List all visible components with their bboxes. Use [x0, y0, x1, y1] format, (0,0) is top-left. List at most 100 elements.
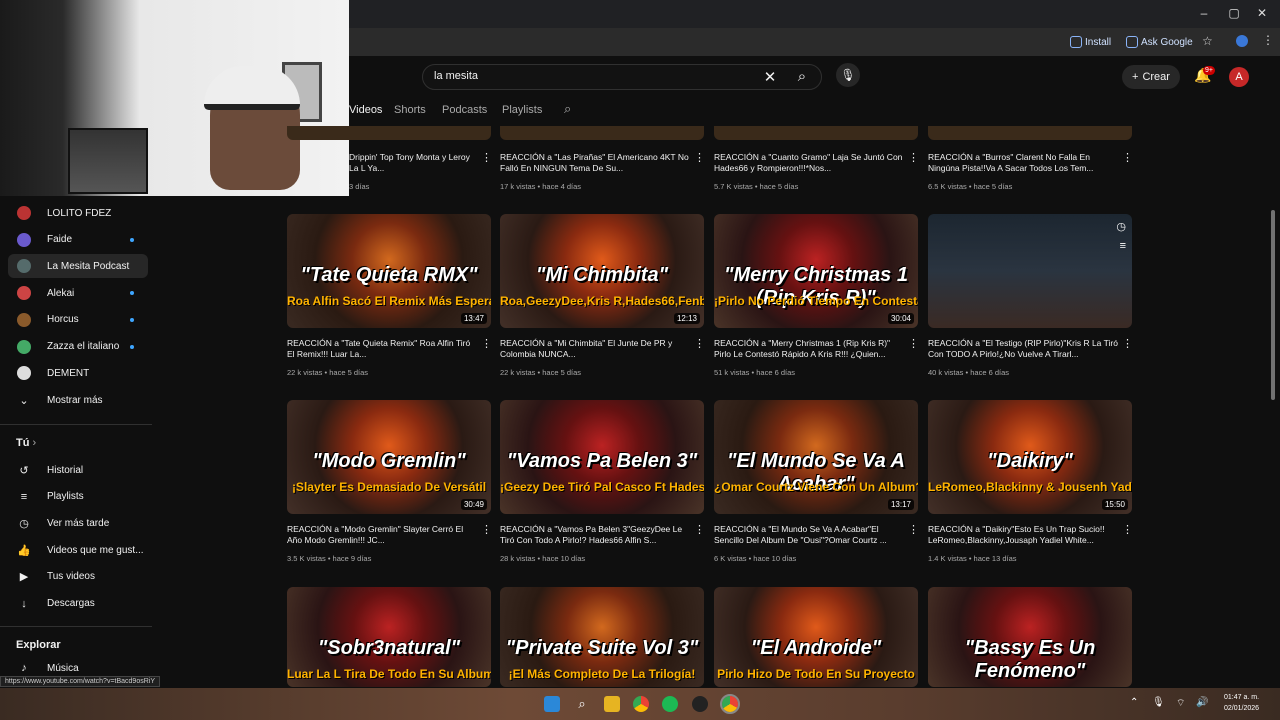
sidebar-divider — [0, 626, 152, 627]
video-menu-icon[interactable]: ⋮ — [908, 151, 919, 164]
video-title[interactable]: REACCIÓN a "Daikiry"Esto Es Un Trap Suci… — [928, 524, 1118, 546]
video-menu-icon[interactable]: ⋮ — [1122, 151, 1133, 164]
maximize-icon[interactable]: ▢ — [1224, 6, 1244, 20]
mic-icon[interactable]: 🎙 — [836, 63, 860, 87]
video-title[interactable]: REACCIÓN a "Las Pirañas" El Americano 4K… — [500, 152, 690, 174]
sidebar-item-label: Zazza el italiano — [47, 341, 120, 352]
star-icon[interactable]: ☆ — [1202, 34, 1213, 48]
video-thumbnail[interactable]: "Mi Chimbita" Roa,GeezyDee,Kris R,Hades66… — [500, 214, 704, 328]
start-icon[interactable] — [544, 696, 560, 712]
sidebar-sub-item[interactable]: Zazza el italiano — [8, 335, 148, 359]
sidebar-item-label: La Mesita Podcast — [47, 260, 130, 272]
sidebar-sub-item[interactable]: Alekai — [8, 281, 148, 305]
music-icon: ♪ — [21, 662, 27, 674]
video-menu-icon[interactable]: ⋮ — [694, 151, 705, 164]
add-to-queue-icon[interactable]: ≡ — [1120, 240, 1126, 252]
video-title[interactable]: Drippin' Top Tony Monta y Leroy La L Ya.… — [349, 152, 477, 174]
video-thumbnail[interactable]: "El Mundo Se Va A Acabar" ¿Omar Courtz Vi… — [714, 400, 918, 514]
volume-icon[interactable]: 🔊 — [1196, 697, 1208, 708]
video-title[interactable]: REACCIÓN a "Modo Gremlin" Slayter Cerró … — [287, 524, 477, 546]
thumbnail-title: "Daikiry" — [987, 450, 1073, 472]
video-title[interactable]: REACCIÓN a "Merry Christmas 1 (Rip Kris … — [714, 338, 904, 360]
video-menu-icon[interactable]: ⋮ — [1122, 523, 1133, 536]
video-thumbnail[interactable]: "Sobr3natural" Luar La L Tira De Todo En … — [287, 587, 491, 687]
tab-videos[interactable]: Videos — [349, 104, 382, 116]
video-thumbnail[interactable]: "Modo Gremlin" ¡Slayter Es Demasiado De V… — [287, 400, 491, 514]
video-title[interactable]: REACCIÓN a "El Testigo (RIP Pirlo)"Kris … — [928, 338, 1118, 360]
video-menu-icon[interactable]: ⋮ — [908, 523, 919, 536]
video-thumbnail[interactable] — [714, 126, 918, 140]
file-explorer-icon[interactable] — [604, 696, 620, 712]
sidebar-sub-item[interactable]: LOLITO FDEZ — [8, 201, 148, 225]
chrome-active-icon[interactable] — [720, 694, 740, 714]
sidebar-item-descargas[interactable]: ↓ Descargas — [8, 592, 148, 616]
video-thumbnail[interactable] — [500, 126, 704, 140]
sidebar-item-ver-m-s-tarde[interactable]: ◷ Ver más tarde — [8, 511, 148, 535]
sidebar-sub-item[interactable]: DEMENT — [8, 361, 148, 385]
mic-tray-icon[interactable]: 🎙 — [1152, 697, 1165, 708]
explore-section-heading: Explorar — [16, 639, 61, 651]
minimize-icon[interactable]: – — [1194, 6, 1214, 20]
you-section-heading[interactable]: Tú › — [16, 437, 36, 449]
video-thumbnail[interactable]: "Private Suite Vol 3" ¡El Más Completo De… — [500, 587, 704, 687]
video-title[interactable]: REACCIÓN a "Burros" Clarent No Falla En … — [928, 152, 1118, 174]
browser-menu-icon[interactable]: ⋮ — [1262, 33, 1274, 47]
taskbar-search-icon[interactable]: ⌕ — [574, 696, 590, 712]
watch-later-icon: ◷ — [19, 517, 29, 530]
sidebar-item-tus-videos[interactable]: ▶ Tus videos — [8, 565, 148, 589]
tab-shorts[interactable]: Shorts — [394, 104, 426, 116]
create-button[interactable]: + Crear — [1122, 65, 1180, 89]
obs-icon[interactable] — [692, 696, 708, 712]
tab-podcasts[interactable]: Podcasts — [442, 104, 487, 116]
video-menu-icon[interactable]: ⋮ — [481, 523, 492, 536]
thumbnail-title: "Tate Quieta RMX" — [300, 264, 478, 286]
channel-avatar — [17, 206, 31, 220]
video-title[interactable]: REACCIÓN a "Cuanto Gramo" Laja Se Juntó … — [714, 152, 904, 174]
install-chip[interactable]: Install — [1070, 33, 1111, 51]
video-thumbnail[interactable]: "El Androide" Pirlo Hizo De Todo En Su Pr… — [714, 587, 918, 687]
profile-icon[interactable] — [1236, 35, 1248, 47]
video-thumbnail[interactable] — [287, 126, 491, 140]
sidebar-item-videos-que-me-gust[interactable]: 👍 Videos que me gust... — [8, 538, 148, 562]
sidebar-sub-item[interactable]: Horcus — [8, 308, 148, 332]
chrome-icon[interactable] — [633, 696, 649, 712]
video-thumbnail[interactable]: ◷ ≡ — [928, 214, 1132, 328]
video-menu-icon[interactable]: ⋮ — [908, 337, 919, 350]
sidebar-sub-item[interactable]: La Mesita Podcast — [8, 254, 148, 279]
system-clock[interactable]: 01:47 a. m. 02/01/2026 — [1224, 692, 1259, 714]
channel-search-icon[interactable]: ⌕ — [564, 101, 571, 117]
video-title[interactable]: REACCIÓN a "Vamos Pa Belen 3"GeezyDee Le… — [500, 524, 690, 546]
scrollbar-thumb[interactable] — [1271, 210, 1275, 400]
sidebar-item-playlists[interactable]: ≡ Playlists — [8, 485, 148, 509]
sidebar-item-label: Historial — [47, 464, 84, 476]
search-icon[interactable]: ⌕ — [793, 68, 811, 85]
video-menu-icon[interactable]: ⋮ — [481, 337, 492, 350]
video-title[interactable]: REACCIÓN a "Mi Chimbita" El Junte De PR … — [500, 338, 690, 360]
video-meta: 40 k vistas • hace 6 días — [928, 368, 1010, 377]
spotify-icon[interactable] — [662, 696, 678, 712]
tray-chevron-icon[interactable]: ⌃ — [1130, 697, 1138, 708]
video-thumbnail[interactable] — [928, 126, 1132, 140]
close-window-icon[interactable]: ✕ — [1252, 6, 1272, 20]
sidebar-item-historial[interactable]: ↺ Historial — [8, 458, 148, 482]
video-thumbnail[interactable]: "Vamos Pa Belen 3" ¡Geezy Dee Tiró Pal Ca… — [500, 400, 704, 514]
avatar[interactable]: A — [1229, 67, 1249, 87]
video-thumbnail[interactable]: "Daikiry" LeRomeo,Blackinny & Jousenh Yad… — [928, 400, 1132, 514]
search-query: la mesita — [434, 70, 479, 82]
video-menu-icon[interactable]: ⋮ — [1122, 337, 1133, 350]
watch-later-icon[interactable]: ◷ — [1116, 220, 1126, 233]
sidebar-sub-item[interactable]: Faide — [8, 228, 148, 252]
show-more-button[interactable]: ⌄ Mostrar más — [8, 388, 148, 412]
wifi-icon[interactable]: ⌔ — [1176, 697, 1185, 710]
video-menu-icon[interactable]: ⋮ — [694, 337, 705, 350]
video-title[interactable]: REACCIÓN a "El Mundo Se Va A Acabar"El S… — [714, 524, 904, 546]
ask-google-chip[interactable]: Ask Google — [1126, 33, 1193, 51]
video-thumbnail[interactable]: "Merry Christmas 1 (Rip Kris R)" ¡Pirlo N… — [714, 214, 918, 328]
video-thumbnail[interactable]: "Bassy Es Un Fenómeno" — [928, 587, 1132, 687]
video-title[interactable]: REACCIÓN a "Tate Quieta Remix" Roa Alfin… — [287, 338, 477, 360]
video-thumbnail[interactable]: "Tate Quieta RMX" Roa Alfin Sacó El Remix… — [287, 214, 491, 328]
video-menu-icon[interactable]: ⋮ — [694, 523, 705, 536]
clear-search-icon[interactable]: ✕ — [761, 68, 779, 86]
tab-playlists[interactable]: Playlists — [502, 104, 542, 116]
video-menu-icon[interactable]: ⋮ — [481, 151, 492, 164]
